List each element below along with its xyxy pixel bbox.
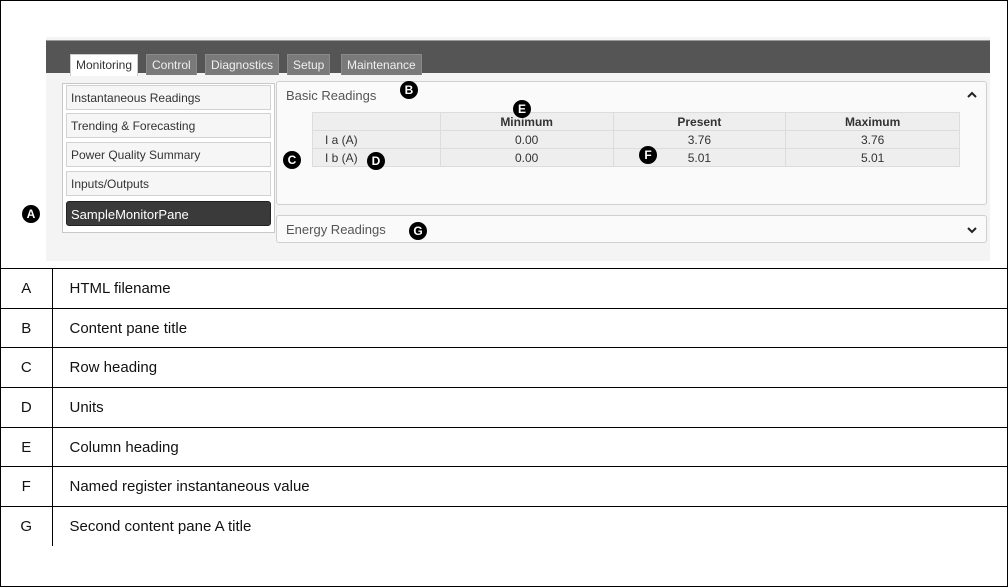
- maximum-value: 5.01: [785, 148, 960, 167]
- column-heading-present: Present: [612, 112, 787, 131]
- callout-d: D: [367, 152, 385, 170]
- row-heading: I a (A): [312, 130, 441, 149]
- callout-c: C: [283, 151, 301, 169]
- present-value: 3.76: [612, 130, 787, 149]
- legend-row: C Row heading: [1, 347, 1007, 388]
- app-screen: Monitoring Control Diagnostics Setup Mai…: [46, 37, 990, 261]
- legend-key: F: [1, 466, 53, 507]
- legend-description: HTML filename: [52, 268, 1007, 309]
- legend-row: G Second content pane A title: [1, 506, 1007, 547]
- legend-description: Row heading: [52, 347, 1007, 388]
- sidebar-item-trending-forecasting[interactable]: Trending & Forecasting: [66, 113, 271, 138]
- legend-row: B Content pane title: [1, 307, 1007, 348]
- table-header-row: Minimum Present Maximum: [312, 112, 960, 131]
- tab-monitoring[interactable]: Monitoring: [70, 54, 139, 76]
- tab-diagnostics[interactable]: Diagnostics: [205, 54, 280, 75]
- column-heading-maximum: Maximum: [785, 112, 960, 131]
- tab-bar: Monitoring Control Diagnostics Setup Mai…: [46, 40, 990, 76]
- basic-readings-title[interactable]: Basic Readings: [286, 88, 376, 103]
- minimum-value: 0.00: [439, 148, 614, 167]
- minimum-value: 0.00: [439, 130, 614, 149]
- legend-row: F Named register instantaneous value: [1, 466, 1007, 507]
- legend-key: D: [1, 387, 53, 428]
- tab-maintenance[interactable]: Maintenance: [341, 54, 422, 75]
- sidebar-item-samplemonitorpane[interactable]: SampleMonitorPane: [66, 201, 271, 226]
- legend-description: Named register instantaneous value: [52, 466, 1007, 507]
- legend-description: Content pane title: [52, 307, 1007, 348]
- table-row: I b (A) 0.00 5.01 5.01: [312, 148, 960, 167]
- basic-readings-pane: Basic Readings Minimum Present Maximum I…: [276, 81, 987, 205]
- tab-setup[interactable]: Setup: [287, 54, 331, 75]
- legend-row: D Units: [1, 387, 1007, 428]
- legend-description: Second content pane A title: [52, 506, 1007, 547]
- legend-key: B: [1, 307, 53, 348]
- legend-description: Column heading: [52, 426, 1007, 467]
- maximum-value: 3.76: [785, 130, 960, 149]
- legend-row: A HTML filename: [1, 268, 1007, 309]
- legend-key: A: [1, 268, 53, 309]
- chevron-down-icon[interactable]: [966, 224, 978, 236]
- energy-readings-pane: Energy Readings: [276, 215, 987, 243]
- sidebar: Instantaneous Readings Trending & Foreca…: [62, 83, 275, 233]
- legend-key: C: [1, 347, 53, 388]
- legend-row: E Column heading: [1, 426, 1007, 467]
- callout-b: B: [400, 81, 418, 99]
- readings-table: Minimum Present Maximum I a (A) 0.00 3.7…: [312, 112, 960, 167]
- energy-readings-title[interactable]: Energy Readings: [286, 222, 386, 237]
- legend-description: Units: [52, 387, 1007, 428]
- callout-g: G: [409, 222, 427, 240]
- legend-table: A HTML filename B Content pane title C R…: [1, 268, 1007, 547]
- sidebar-item-power-quality-summary[interactable]: Power Quality Summary: [66, 142, 271, 167]
- legend-key: E: [1, 426, 53, 467]
- table-row: I a (A) 0.00 3.76 3.76: [312, 130, 960, 149]
- callout-a: A: [22, 205, 40, 223]
- legend-key: G: [1, 506, 53, 547]
- screenshot-area: Monitoring Control Diagnostics Setup Mai…: [1, 1, 1007, 267]
- sidebar-item-inputs-outputs[interactable]: Inputs/Outputs: [66, 171, 271, 196]
- sidebar-item-instantaneous-readings[interactable]: Instantaneous Readings: [66, 85, 271, 110]
- callout-e: E: [513, 100, 531, 118]
- column-heading-blank: [312, 112, 441, 131]
- chevron-up-icon[interactable]: [966, 89, 978, 101]
- callout-f: F: [639, 146, 657, 164]
- tab-control[interactable]: Control: [146, 54, 197, 75]
